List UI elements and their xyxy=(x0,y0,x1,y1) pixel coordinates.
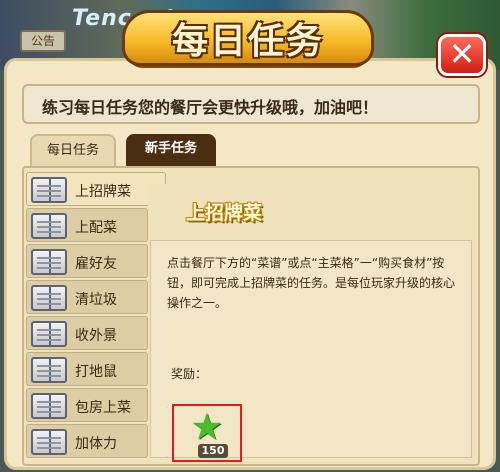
book-icon xyxy=(31,393,67,419)
task-label: 清垃圾 xyxy=(75,292,117,308)
book-icon xyxy=(31,429,67,455)
task-item-side-dish[interactable]: 上配菜 xyxy=(26,208,148,242)
task-label: 上配菜 xyxy=(75,220,117,236)
task-item-hire-friend[interactable]: 雇好友 xyxy=(26,244,148,278)
task-list: 上招牌菜 上配菜 雇好友 清垃圾 收外景 打地鼠 包房上菜 加体力 xyxy=(26,172,166,460)
task-label: 收外景 xyxy=(75,328,117,344)
task-label: 包房上菜 xyxy=(75,400,131,416)
task-label: 打地鼠 xyxy=(75,364,117,380)
task-item-whack-mole[interactable]: 打地鼠 xyxy=(26,352,148,386)
tab-daily-tasks[interactable]: 每日任务 xyxy=(30,134,116,166)
task-label: 加体力 xyxy=(75,436,117,452)
close-button[interactable]: ✕ xyxy=(438,34,486,76)
task-item-clean-trash[interactable]: 清垃圾 xyxy=(26,280,148,314)
star-icon: ★ xyxy=(190,407,224,448)
dialog-title: 每日任务 xyxy=(171,21,324,62)
tab-newbie-tasks[interactable]: 新手任务 xyxy=(126,134,216,166)
message-bar: 练习每日任务您的餐厅会更快升级哦，加油吧！ xyxy=(22,84,480,124)
task-description: 点击餐厅下方的“菜谱”或点“主菜格”一“购买食材”按钮，即可完成上招牌菜的任务。… xyxy=(167,256,456,310)
task-detail-title: 上招牌菜 xyxy=(186,202,263,224)
title-banner: 每日任务 xyxy=(118,2,378,76)
announcement-sign[interactable]: 公告 xyxy=(20,30,66,52)
book-icon xyxy=(31,213,67,239)
book-icon xyxy=(31,321,67,347)
task-item-collect-scenery[interactable]: 收外景 xyxy=(26,316,148,350)
reward-count: 150 xyxy=(198,444,228,458)
close-icon: ✕ xyxy=(448,35,476,73)
reward-highlight: ★ 150 xyxy=(172,404,242,462)
book-icon xyxy=(31,357,67,383)
book-icon xyxy=(31,249,67,275)
task-item-private-room-serve[interactable]: 包房上菜 xyxy=(26,388,148,422)
book-icon xyxy=(31,285,67,311)
task-item-signature-dish[interactable]: 上招牌菜 xyxy=(26,172,166,206)
reward-item[interactable]: ★ 150 xyxy=(186,407,228,458)
task-label: 上招牌菜 xyxy=(75,184,131,200)
book-icon xyxy=(31,177,67,203)
encouragement-message: 练习每日任务您的餐厅会更快升级哦，加油吧！ xyxy=(42,98,379,117)
task-label: 雇好友 xyxy=(75,256,117,272)
reward-label: 奖励： xyxy=(171,367,208,381)
task-item-add-stamina[interactable]: 加体力 xyxy=(26,424,148,458)
